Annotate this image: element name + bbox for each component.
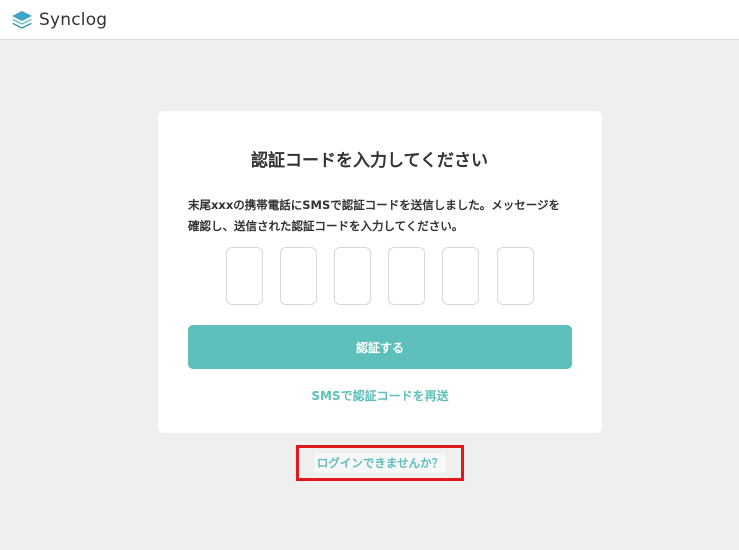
code-digit-6[interactable] [497,247,534,305]
code-digit-4[interactable] [388,247,425,305]
page-title: 認証コードを入力してください [251,151,488,171]
instruction-line-2: 確認し、送信された認証コードを入力してください。 [188,219,464,233]
highlight-box [296,445,464,481]
code-digit-3[interactable] [334,247,371,305]
synclog-logo[interactable]: Synclog [11,9,107,31]
resend-sms-link[interactable]: SMSで認証コードを再送 [188,386,572,406]
instruction-text: 末尾xxxの携帯電話にSMSで認証コードを送信しました。メッセージを 確認し、送… [188,195,574,237]
instruction-line-1: 末尾xxxの携帯電話にSMSで認証コードを送信しました。メッセージを [188,198,561,212]
code-digit-2[interactable] [280,247,317,305]
code-digit-1[interactable] [226,247,263,305]
top-header: Synclog [0,0,739,40]
verify-button[interactable]: 認証する [188,325,572,369]
code-digit-5[interactable] [442,247,479,305]
brand-name: Synclog [39,10,108,30]
stacked-layers-logo-icon [12,11,32,29]
